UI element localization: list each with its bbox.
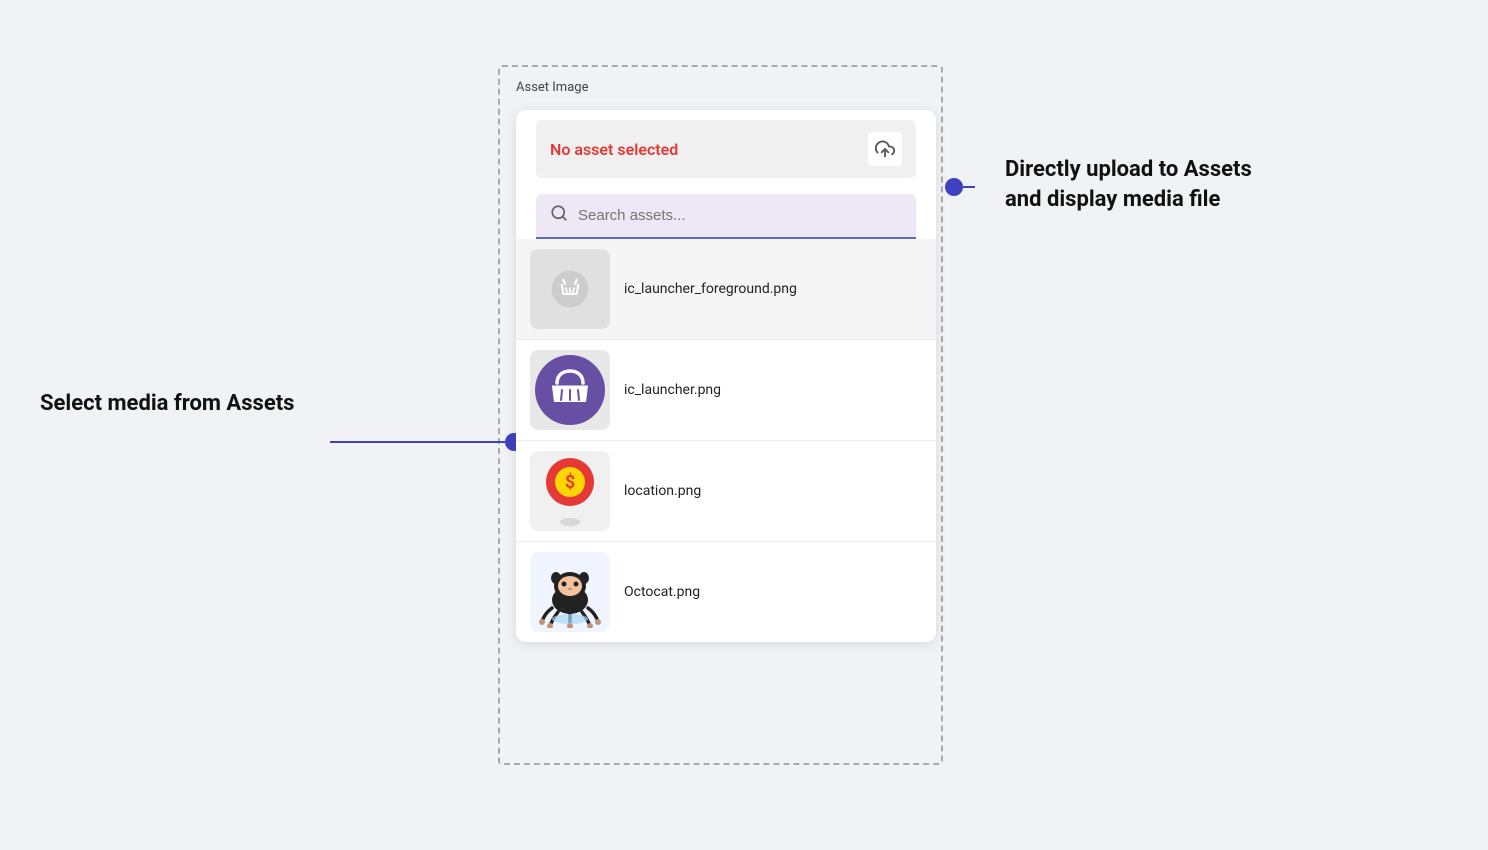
- search-bar[interactable]: [536, 194, 916, 239]
- search-icon: [550, 204, 568, 227]
- asset-thumb-foreground: [530, 249, 610, 329]
- main-scene: Asset Image Select media from Assets Dir…: [0, 0, 1488, 850]
- list-item[interactable]: ic_launcher_foreground.png: [516, 239, 936, 340]
- asset-card: No asset selected: [516, 110, 936, 642]
- panel-label: Asset Image: [516, 80, 588, 95]
- location-icon: $: [540, 454, 600, 529]
- upload-icon: [875, 139, 895, 159]
- asset-thumb-octocat: [530, 552, 610, 632]
- left-annotation-label: Select media from Assets: [40, 390, 294, 419]
- octocat-icon: [534, 556, 606, 628]
- asset-name-launcher: ic_launcher.png: [624, 382, 721, 398]
- svg-text:$: $: [565, 472, 575, 493]
- asset-thumb-location: $: [530, 451, 610, 531]
- asset-name-foreground: ic_launcher_foreground.png: [624, 281, 797, 297]
- right-annotation-line: [945, 178, 975, 196]
- asset-name-octocat: Octocat.png: [624, 584, 700, 600]
- list-item[interactable]: ic_launcher.png: [516, 340, 936, 441]
- asset-thumb-launcher: [530, 350, 610, 430]
- right-dot: [945, 178, 963, 196]
- upload-button[interactable]: [868, 132, 902, 166]
- search-input[interactable]: [578, 207, 902, 224]
- asset-list: ic_launcher_foreground.png: [516, 239, 936, 642]
- basket-icon: [535, 355, 605, 425]
- no-asset-row: No asset selected: [536, 120, 916, 178]
- right-annotation-label: Directly upload to Assetsand display med…: [1005, 155, 1252, 214]
- left-line-segment: [330, 441, 505, 444]
- asset-name-location: location.png: [624, 483, 701, 499]
- foreground-placeholder-icon: [550, 269, 590, 309]
- search-container: [516, 194, 936, 239]
- card-top: No asset selected: [516, 110, 936, 194]
- right-line-segment: [963, 186, 975, 189]
- list-item[interactable]: $ location.png: [516, 441, 936, 542]
- right-annotation-text: Directly upload to Assetsand display med…: [1005, 157, 1252, 212]
- left-annotation-line: [330, 433, 523, 451]
- list-item[interactable]: Octocat.png: [516, 542, 936, 642]
- no-asset-text: No asset selected: [550, 140, 858, 159]
